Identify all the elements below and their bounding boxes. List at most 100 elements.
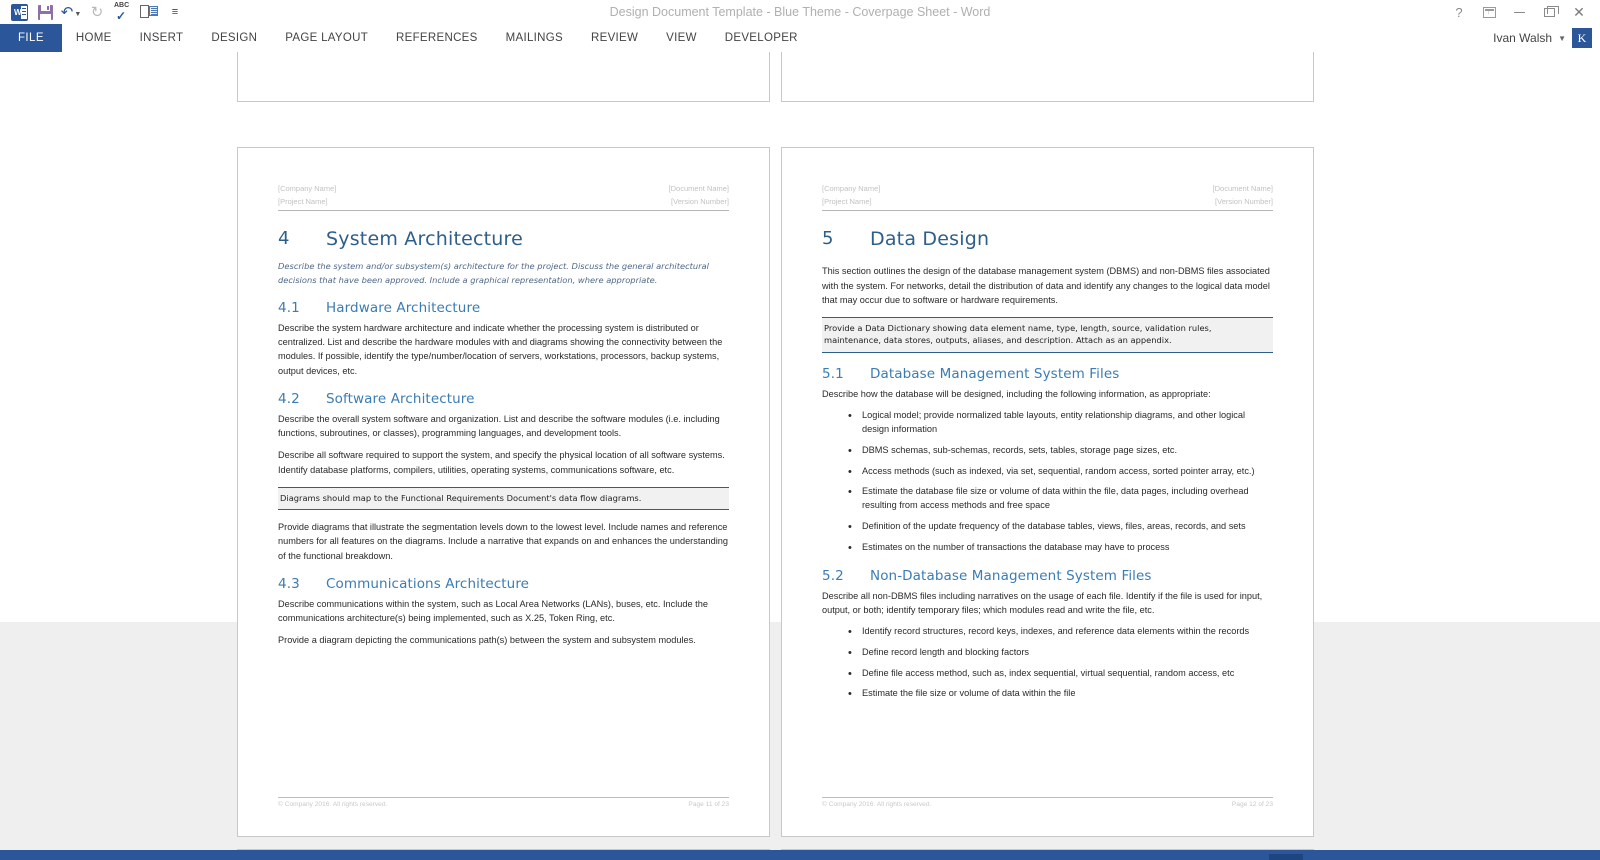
document-canvas[interactable]: [Company Name] [Project Name] [Document … — [0, 52, 1600, 850]
list-item: Logical model; provide normalized table … — [822, 408, 1273, 437]
paragraph: This section outlines the design of the … — [822, 266, 1270, 305]
subsection-number: 4.1 — [278, 299, 300, 316]
pages-container: [Company Name] [Project Name] [Document … — [0, 52, 1600, 850]
section-title: Data Design — [870, 228, 990, 251]
subsection-number: 4.3 — [278, 575, 300, 592]
paragraph: Describe all non-DBMS files including na… — [822, 590, 1263, 615]
subsection-title: Hardware Architecture — [326, 299, 481, 316]
ribbon-tab-bar: FILE HOME INSERT DESIGN PAGE LAYOUT REFE… — [0, 24, 1600, 52]
customize-quick-access-icon[interactable]: ≡ — [162, 1, 188, 23]
page-footer: © Company 2016. All rights reserved. Pag… — [822, 797, 1273, 808]
page-footer: © Company 2016. All rights reserved. Pag… — [278, 797, 729, 808]
web-layout-view-button[interactable] — [1303, 854, 1337, 860]
page-partial-bottom-left — [237, 849, 770, 850]
tab-mailings[interactable]: MAILINGS — [492, 24, 577, 52]
callout-box: Provide a Data Dictionary showing data e… — [822, 317, 1273, 353]
section-intro-note: Describe the system and/or subsystem(s) … — [278, 261, 709, 285]
subsection-number: 5.2 — [822, 567, 844, 584]
header-project-name: [Project Name] — [822, 197, 872, 207]
restore-icon[interactable] — [1534, 1, 1564, 23]
tab-insert[interactable]: INSERT — [126, 24, 198, 52]
tab-file[interactable]: FILE — [0, 24, 62, 52]
undo-icon[interactable]: ↶ ▼ — [58, 1, 84, 23]
page-header: [Company Name] [Project Name] [Document … — [278, 182, 729, 212]
subsection-number: 5.1 — [822, 365, 844, 382]
footer-page-number: Page 11 of 23 — [688, 801, 729, 808]
close-icon[interactable]: ✕ — [1564, 1, 1594, 23]
page-12[interactable]: [Company Name] [Project Name] [Document … — [781, 147, 1314, 837]
page-partial-bottom-right — [781, 849, 1314, 850]
subsection-title: Database Management System Files — [870, 365, 1120, 382]
paragraph: Describe all software required to suppor… — [278, 450, 725, 475]
subsection-heading-5-1: 5.1 Database Management System Files — [822, 366, 1273, 382]
page-partial-top-left — [237, 52, 770, 102]
header-version-number: [Version Number] — [671, 197, 729, 207]
paragraph: Describe the system hardware architectur… — [278, 322, 723, 376]
header-document-name: [Document Name] — [1212, 184, 1273, 193]
paragraph: Provide a diagram depicting the communic… — [278, 635, 696, 646]
list-item: DBMS schemas, sub-schemas, records, sets… — [822, 443, 1273, 459]
page-header: [Company Name] [Project Name] [Document … — [822, 182, 1273, 212]
section-number: 5 — [822, 228, 834, 250]
paragraph: Provide diagrams that illustrate the seg… — [278, 522, 728, 561]
page-partial-top-right — [781, 52, 1314, 102]
section-heading-4: 4 System Architecture — [278, 228, 729, 250]
chevron-down-icon[interactable]: ▼ — [1558, 34, 1566, 43]
tab-page-layout[interactable]: PAGE LAYOUT — [271, 24, 382, 52]
tab-home[interactable]: HOME — [62, 24, 126, 52]
subsection-title: Communications Architecture — [326, 575, 530, 592]
print-layout-view-button[interactable] — [1269, 854, 1303, 860]
subsection-title: Non-Database Management System Files — [870, 567, 1152, 584]
list-item: Define file access method, such as, inde… — [822, 666, 1273, 682]
account-area: Ivan Walsh ▼ K — [1493, 24, 1600, 52]
tab-references[interactable]: REFERENCES — [382, 24, 492, 52]
redo-icon[interactable]: ↻ — [84, 1, 110, 23]
header-company-name: [Company Name] — [278, 184, 337, 193]
minimize-icon[interactable] — [1504, 1, 1534, 23]
list-item: Identify record structures, record keys,… — [822, 624, 1273, 640]
list-item: Define record length and blocking factor… — [822, 645, 1273, 661]
subsection-number: 4.2 — [278, 390, 300, 407]
header-document-name: [Document Name] — [668, 184, 729, 193]
footer-copyright: © Company 2016. All rights reserved. — [278, 801, 388, 808]
page-11[interactable]: [Company Name] [Project Name] [Document … — [237, 147, 770, 837]
window-title: Design Document Template - Blue Theme - … — [609, 5, 991, 19]
tab-developer[interactable]: DEVELOPER — [711, 24, 812, 52]
paragraph: Describe how the database will be design… — [822, 388, 1211, 399]
window-controls: ? ✕ — [1444, 1, 1600, 23]
subsection-heading-4-2: 4.2 Software Architecture — [278, 391, 729, 407]
bullet-list: Logical model; provide normalized table … — [822, 408, 1273, 556]
callout-box: Diagrams should map to the Functional Re… — [278, 486, 729, 511]
paragraph: Describe communications within the syste… — [278, 598, 708, 624]
title-bar: W ↶ ▼ ↻ ABC ✓ ≡ Design Document Template -… — [0, 0, 1600, 24]
section-title: System Architecture — [326, 228, 524, 251]
header-project-name: [Project Name] — [278, 197, 328, 207]
list-item: Estimates on the number of transactions … — [822, 540, 1273, 556]
paragraph: Describe the overall system software and… — [278, 413, 720, 439]
list-item: Estimate the file size or volume of data… — [822, 686, 1273, 702]
avatar[interactable]: K — [1572, 28, 1592, 48]
ribbon-display-options-icon[interactable] — [1474, 1, 1504, 23]
list-item: Estimate the database file size or volum… — [822, 484, 1273, 513]
save-icon[interactable] — [32, 1, 58, 23]
section-number: 4 — [278, 228, 290, 250]
tab-design[interactable]: DESIGN — [197, 24, 271, 52]
subsection-heading-4-3: 4.3 Communications Architecture — [278, 576, 729, 592]
footer-copyright: © Company 2016. All rights reserved. — [822, 801, 932, 808]
subsection-heading-5-2: 5.2 Non-Database Management System Files — [822, 568, 1273, 584]
subsection-title: Software Architecture — [326, 390, 475, 407]
status-bar: PAGE 9 OF 23 3310 WORDS x ENGLISH (UNITE… — [0, 850, 1600, 860]
spelling-check-icon[interactable]: ABC ✓ — [110, 1, 136, 23]
help-icon[interactable]: ? — [1444, 1, 1474, 23]
subsection-heading-4-1: 4.1 Hardware Architecture — [278, 300, 729, 316]
tab-view[interactable]: VIEW — [652, 24, 711, 52]
view-controls: – + 67% — [1235, 854, 1592, 860]
section-heading-5: 5 Data Design — [822, 228, 1273, 250]
read-mode-view-button[interactable] — [1235, 854, 1269, 860]
touch-mode-icon[interactable] — [136, 1, 162, 23]
user-name[interactable]: Ivan Walsh — [1493, 31, 1552, 45]
tab-review[interactable]: REVIEW — [577, 24, 652, 52]
word-logo-icon[interactable]: W — [6, 1, 32, 23]
footer-page-number: Page 12 of 23 — [1231, 801, 1273, 808]
header-company-name: [Company Name] — [822, 184, 881, 193]
